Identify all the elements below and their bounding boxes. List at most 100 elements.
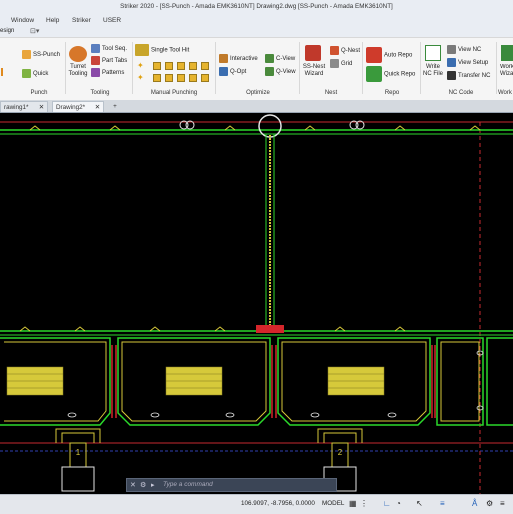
group-manual-label: Manual Punching (150, 90, 198, 96)
ss-nest-icon (305, 45, 321, 61)
star-hit-icon[interactable]: ✦ (137, 62, 145, 70)
osnap-icon[interactable]: ↖ (416, 495, 423, 513)
nibble-line-icon[interactable] (153, 74, 161, 82)
dropdown-icon[interactable]: ⊡▾ (30, 27, 39, 35)
svg-text:1: 1 (76, 448, 81, 457)
group-repo-label: Repo (384, 90, 400, 96)
tab-drawing1[interactable]: rawing1* ✕ (0, 101, 48, 112)
close-icon[interactable]: ✕ (95, 102, 100, 113)
customize-icon[interactable]: ≡ (500, 495, 505, 513)
ribbon-separator (65, 42, 66, 94)
ss-nest-wizard-button[interactable]: SS-Nest Wizard (301, 64, 327, 78)
interactive-icon (219, 54, 228, 63)
group-tooling-label: Tooling (90, 90, 110, 96)
grid-nest-button[interactable]: Grid (330, 59, 352, 68)
group-optimize-label: Optimize (246, 90, 270, 96)
quick-icon (22, 69, 31, 78)
transfer-nc-button[interactable]: Transfer NC (447, 71, 490, 80)
nibble-grid-icon[interactable] (177, 74, 185, 82)
coordinates-readout: 106.9097, -8.7956, 0.0000 (241, 500, 315, 507)
q-view-icon (265, 67, 274, 76)
design-tab-label[interactable]: esign (0, 28, 14, 34)
nibble-circle-icon[interactable] (201, 74, 209, 82)
window-title: Striker 2020 - [SS-Punch - Amada EMK3610… (120, 3, 393, 10)
menu-help[interactable]: Help (46, 14, 59, 27)
ortho-icon[interactable]: ∟ (383, 495, 391, 513)
quick-repo-icon (366, 66, 382, 82)
model-space-button[interactable]: MODEL (322, 495, 344, 513)
manual-tools-row1: ✦ (137, 62, 211, 71)
transfer-nc-icon (447, 71, 456, 80)
ribbon: SS-Punch Quick Punch Turret Tooling Tool… (0, 37, 513, 101)
menu-window[interactable]: Window (11, 14, 34, 27)
view-nc-icon (447, 45, 456, 54)
write-nc-file-button[interactable]: Write NC File (421, 64, 445, 78)
nibble-rect-icon[interactable] (165, 74, 173, 82)
drawing-viewport: 1 2 (0, 114, 513, 494)
annotation-scale-icon[interactable]: Å (472, 495, 477, 513)
status-bar: 106.9097, -8.7956, 0.0000 MODEL ▦ ⋮ ∟ ◔ … (0, 494, 513, 514)
grid-icon[interactable]: ▦ (349, 495, 357, 513)
ss-punch-button[interactable]: SS-Punch (22, 50, 60, 59)
menu-striker[interactable]: Striker (72, 14, 91, 27)
ss-punch-icon (22, 50, 31, 59)
auto-repo-button[interactable]: Auto Repo (366, 47, 412, 63)
tab-drawing2[interactable]: Drawing2* ✕ (52, 101, 104, 112)
command-line[interactable]: ✕ ⚙ ▸ Type a command (126, 478, 337, 492)
q-opt-button[interactable]: Q-Opt (219, 67, 246, 76)
q-view-button[interactable]: Q-View (265, 67, 296, 76)
quick-repo-button[interactable]: Quick Repo (366, 66, 415, 82)
close-icon[interactable]: ✕ (39, 102, 44, 113)
auto-repo-icon (366, 47, 382, 63)
arc-hit-icon[interactable] (189, 62, 197, 70)
drawing-canvas[interactable]: 1 2 (0, 113, 513, 494)
ribbon-separator (215, 42, 216, 94)
single-hit-icon (135, 44, 149, 56)
interactive-button[interactable]: Interactive (219, 54, 258, 63)
title-bar: Striker 2020 - [SS-Punch - Amada EMK3610… (0, 0, 513, 15)
quick-punch-button[interactable]: Quick (22, 69, 48, 78)
view-setup-button[interactable]: View Setup (447, 58, 488, 67)
lineweight-icon[interactable]: ≡ (440, 495, 445, 513)
part-tabs-icon (91, 56, 100, 65)
quick-access-bar: esign ⊡▾ (0, 27, 513, 37)
command-input[interactable]: Type a command (163, 481, 213, 488)
grid-icon (330, 59, 339, 68)
group-nc-label: NC Code (448, 90, 474, 96)
line-hit-icon[interactable] (153, 62, 161, 70)
q-opt-icon (219, 67, 228, 76)
polar-icon[interactable]: ◔ (396, 495, 401, 513)
work-wizard-button[interactable]: Work Wiza (500, 64, 513, 78)
q-nest-button[interactable]: Q-Nest (330, 46, 360, 55)
view-setup-icon (447, 58, 456, 67)
patterns-icon (91, 68, 100, 77)
view-nc-button[interactable]: View NC (447, 45, 481, 54)
rect-hit-icon[interactable] (165, 62, 173, 70)
patterns-button[interactable]: Patterns (91, 68, 124, 77)
work-wizard-icon (501, 45, 513, 61)
manual-tools-row2: ✦ (137, 74, 211, 83)
nibble-arc-icon[interactable] (189, 74, 197, 82)
group-nest-label: Nest (324, 90, 338, 96)
c-view-button[interactable]: C-View (265, 54, 295, 63)
turret-icon (69, 46, 87, 62)
c-view-icon (265, 54, 274, 63)
snap-icon[interactable]: ⋮ (360, 495, 368, 513)
star-nibble-icon[interactable]: ✦ (137, 74, 145, 82)
close-icon[interactable]: ✕ (130, 481, 136, 489)
grid-hit-icon[interactable] (177, 62, 185, 70)
new-tab-button[interactable]: + (108, 101, 122, 112)
workspace-icon[interactable]: ⚙ (486, 495, 493, 513)
single-tool-hit-button[interactable]: Single Tool Hit (135, 44, 189, 56)
wrench-icon[interactable]: ⚙ (140, 481, 146, 489)
menu-user[interactable]: USER (103, 14, 121, 27)
group-work-label: Work (498, 90, 512, 96)
part-tabs-button[interactable]: Part Tabs (91, 56, 127, 65)
tool-seq-button[interactable]: Tool Seq. (91, 44, 127, 53)
history-icon[interactable]: ▸ (151, 481, 155, 489)
group-punch-label: Punch (30, 90, 48, 96)
turret-tooling-button[interactable]: Turret Tooling (67, 64, 89, 78)
circle-hit-icon[interactable] (201, 62, 209, 70)
write-nc-icon (425, 45, 441, 61)
ribbon-separator (362, 42, 363, 94)
